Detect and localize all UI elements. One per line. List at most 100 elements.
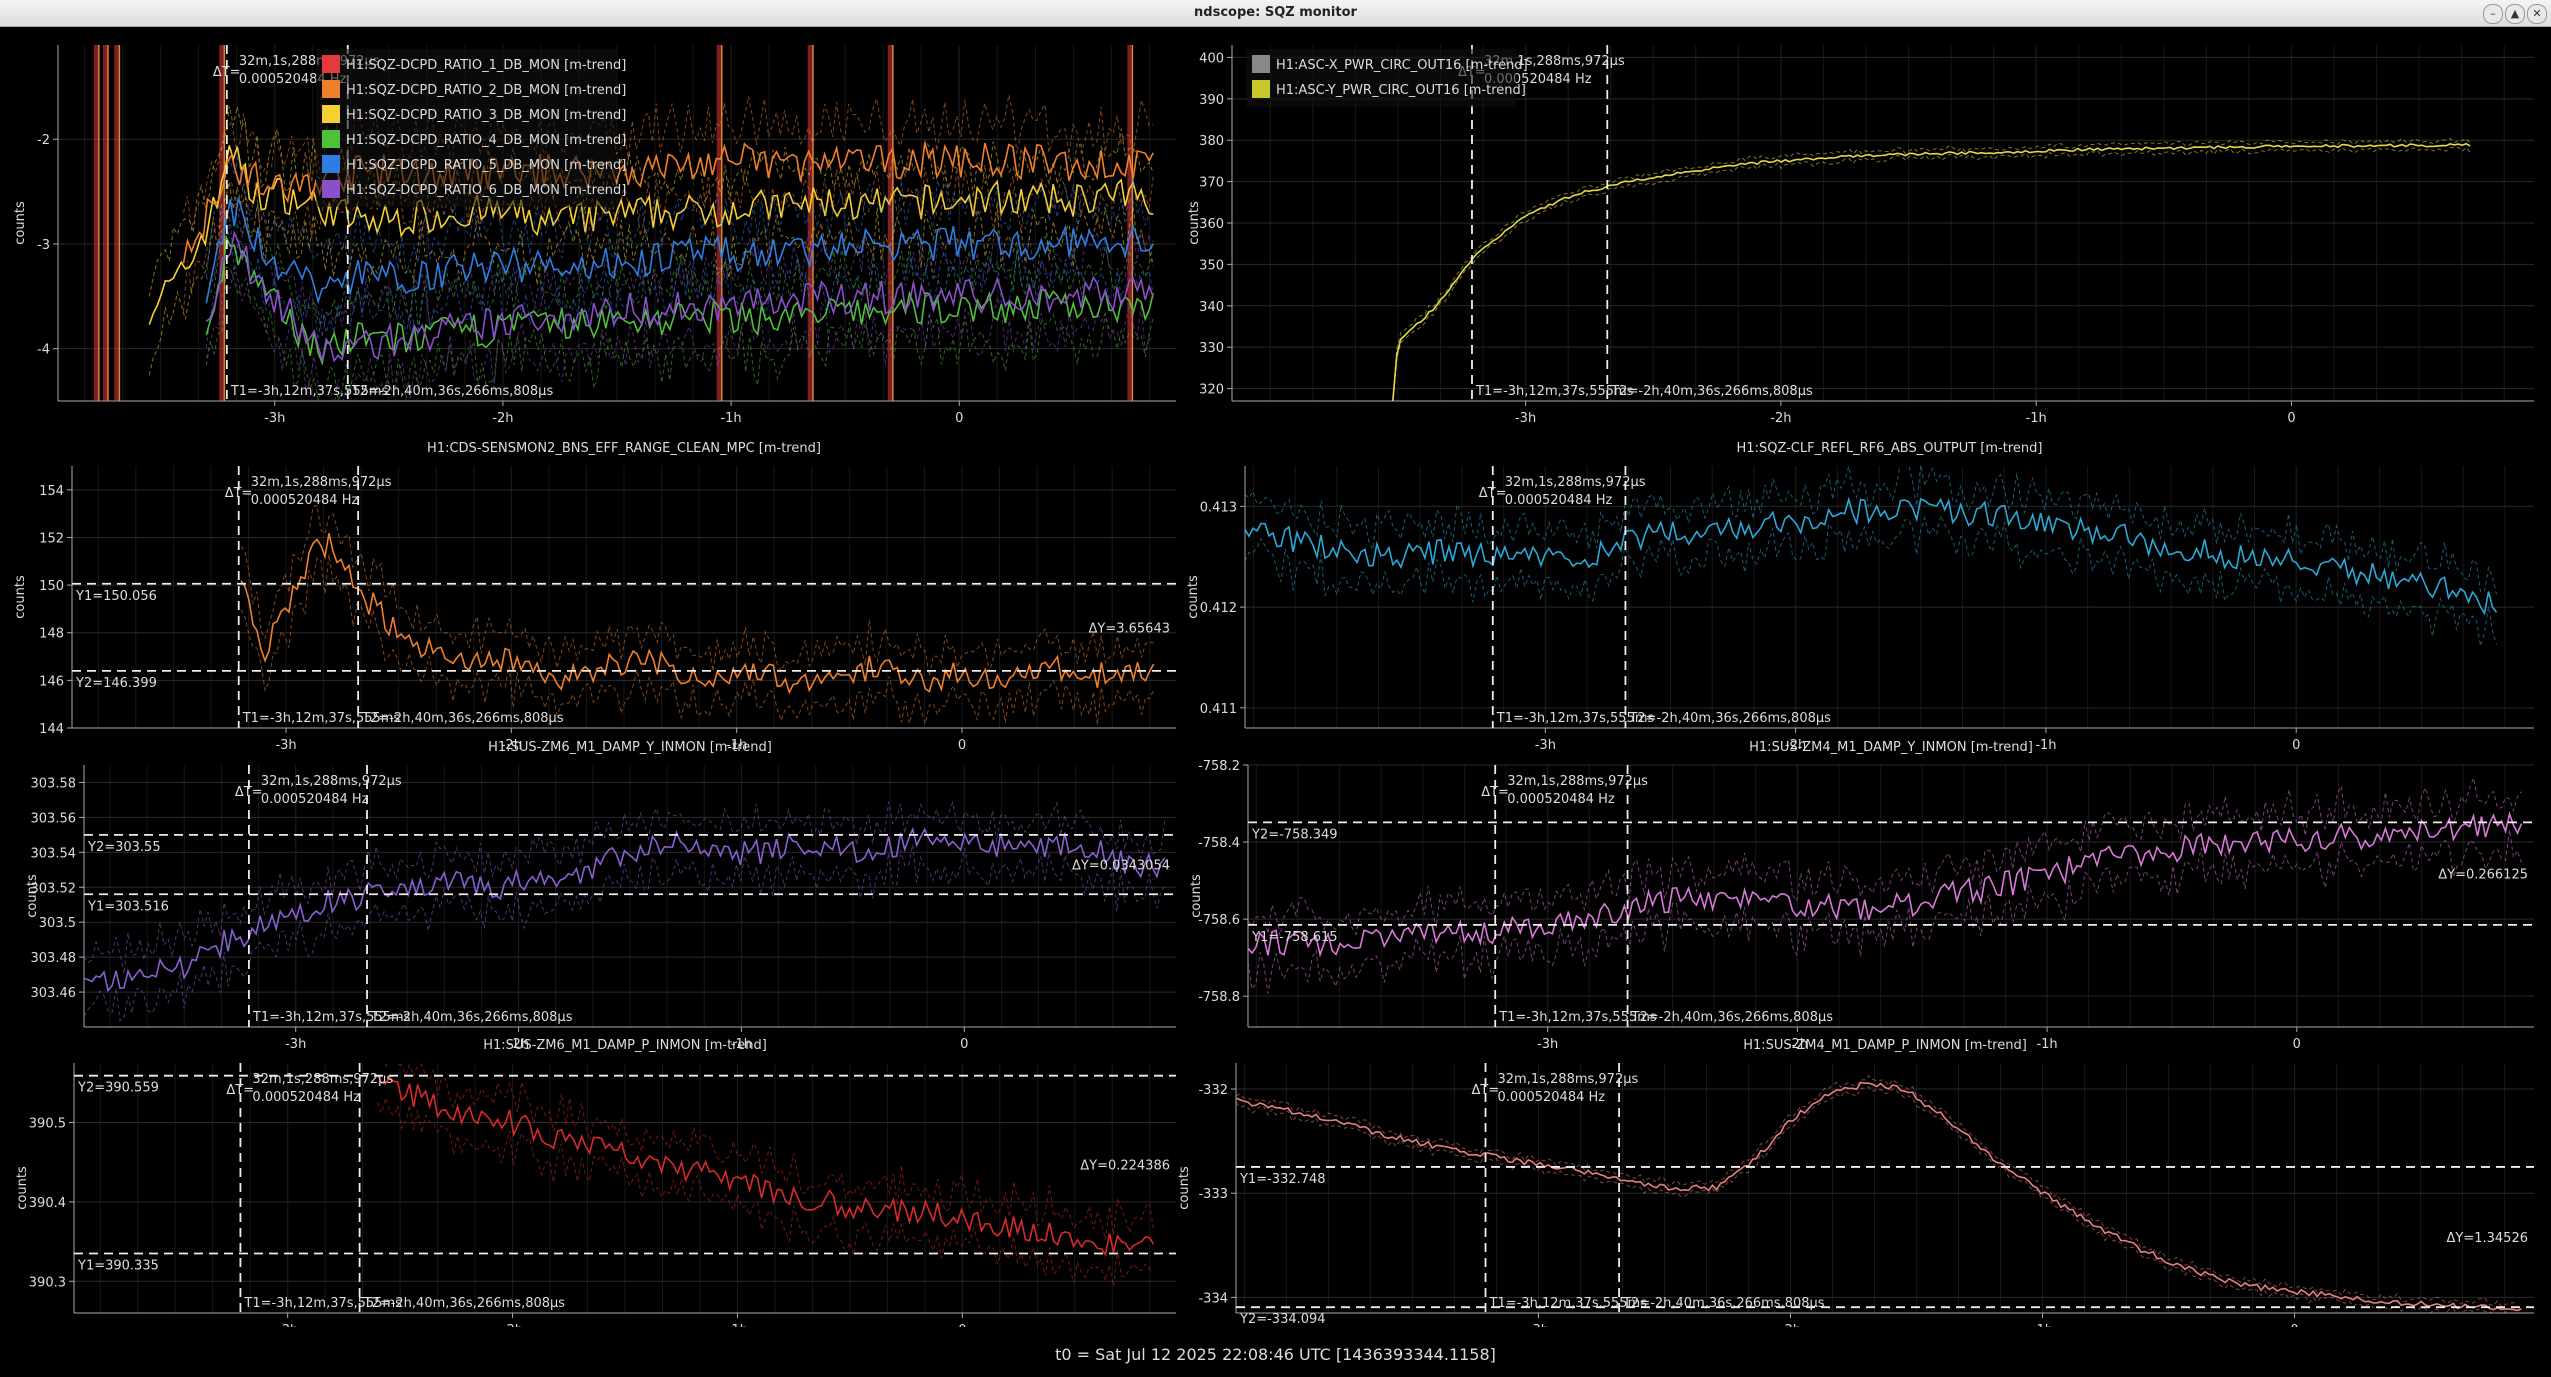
plot-p8: H1:SUS-ZM4_M1_DAMP_P_INMON [m-trend] coun… <box>1177 1038 2534 1327</box>
legend-swatch <box>322 55 340 73</box>
y-tick-label: -2 <box>37 133 50 148</box>
y-tick-label: -334 <box>1198 1291 1228 1306</box>
series-mean-1 <box>1248 811 2523 958</box>
cursor-dt-label: 32m,1s,288ms,972μs <box>1505 475 1646 490</box>
window-title: ndscope: SQZ monitor <box>1194 5 1357 20</box>
y-tick-label: -333 <box>1198 1187 1228 1202</box>
series-mean-1 <box>84 826 1166 993</box>
x-tick-label: -3h <box>1528 1323 1549 1327</box>
cursor-t2-label: T2=-2h,40m,36s,266ms,808μs <box>1628 711 1831 726</box>
cursor-t2-label: T2=-2h,40m,36s,266ms,808μs <box>1610 384 1813 399</box>
cursor-dt-prefix: ΔT= <box>1472 1083 1500 1098</box>
plot-p2: counts-3h -2h -1h 0320330340350360370380390… <box>1187 45 2534 426</box>
x-tick-label: -2h <box>1780 1323 1801 1327</box>
x-tick-label: -2h <box>492 411 513 426</box>
plot-content <box>93 45 1154 401</box>
close-icon[interactable]: ✕ <box>2527 4 2547 24</box>
y-axis-label: counts <box>15 1166 30 1210</box>
cursor-freq-label: 0.000520484 Hz <box>1498 1090 1606 1105</box>
y-tick-label: 303.52 <box>31 881 77 896</box>
cursor-dt-prefix: ΔT= <box>213 65 241 80</box>
series-max-1 <box>1392 137 2471 399</box>
series-max-1 <box>1248 776 2522 936</box>
maximize-icon[interactable]: ▲ <box>2505 4 2525 24</box>
cursor-freq-label: 0.000520484 Hz <box>252 1090 360 1105</box>
legend-swatch <box>322 105 340 123</box>
cursor-freq-label: 0.000520484 Hz <box>251 493 359 508</box>
legend-label: H1:SQZ-DCPD_RATIO_5_DB_MON [m-trend] <box>346 158 626 173</box>
y-tick-label: 150 <box>39 579 64 594</box>
series-min-1 <box>1392 146 2471 401</box>
y-tick-label: 340 <box>1199 300 1224 315</box>
legend-swatch <box>322 80 340 98</box>
plot-title: H1:SUS-ZM6_M1_DAMP_Y_INMON [m-trend] <box>488 740 772 755</box>
y-tick-label: -4 <box>37 343 50 358</box>
series-min-1 <box>240 554 1154 726</box>
cursor-dt-prefix: ΔT= <box>225 486 253 501</box>
plot-p4: H1:SQZ-CLF_REFL_RF6_ABS_OUTPUT [m-trend]… <box>1186 441 2534 753</box>
y-tick-label: 320 <box>1199 383 1224 398</box>
series-max-1 <box>1245 466 2497 595</box>
cursor-t2-label: T2=-2h,40m,36s,266ms,808μs <box>1622 1296 1825 1311</box>
x-tick-label: -1h <box>2036 1037 2057 1052</box>
cursor-dt-label: 32m,1s,288ms,972μs <box>261 774 402 789</box>
legend-swatch <box>1252 80 1270 98</box>
y-tick-label: 154 <box>39 484 64 499</box>
cursor-dy-label: ΔY=3.65643 <box>1089 621 1171 636</box>
x-tick-label: -3h <box>1535 738 1556 753</box>
series-mean-1 <box>1245 496 2498 616</box>
y-tick-label: 303.56 <box>31 811 77 826</box>
x-tick-label: 0 <box>958 1323 966 1327</box>
x-tick-label: 0 <box>955 411 963 426</box>
y-tick-label: -758.6 <box>1198 913 1240 928</box>
y-tick-label: 380 <box>1199 134 1224 149</box>
y-tick-label: -758.2 <box>1198 759 1240 774</box>
y-tick-label: 146 <box>39 674 64 689</box>
plot-p7: H1:SUS-ZM6_M1_DAMP_P_INMON [m-trend] coun… <box>15 1038 1176 1327</box>
y-tick-label: -758.4 <box>1198 836 1240 851</box>
y-tick-label: 303.48 <box>31 951 77 966</box>
x-tick-label: -3h <box>1515 411 1536 426</box>
y-tick-label: 0.413 <box>1200 500 1237 515</box>
plot-p3: H1:CDS-SENSMON2_BNS_EFF_RANGE_CLEAN_MPC … <box>13 441 1176 753</box>
series-max-1 <box>84 800 1166 975</box>
y-tick-label: 144 <box>39 722 64 737</box>
series-min-1 <box>1236 1086 2511 1313</box>
x-tick-label: 0 <box>960 1037 968 1052</box>
plot-content <box>1245 466 2498 647</box>
y-tick-label: 330 <box>1199 341 1224 356</box>
x-tick-label: -2h <box>502 1323 523 1327</box>
cursor-dt-label: 32m,1s,288ms,972μs <box>252 1072 393 1087</box>
series-mean-1 <box>240 533 1155 695</box>
plot-title: H1:SUS-ZM4_M1_DAMP_Y_INMON [m-trend] <box>1749 740 2033 755</box>
x-tick-label: -2h <box>1770 411 1791 426</box>
legend-label: H1:ASC-X_PWR_CIRC_OUT16 [m-trend] <box>1276 58 1528 73</box>
t0-label: t0 = Sat Jul 12 2025 22:08:46 UTC [14363… <box>1055 1345 1496 1364</box>
cursor-dy-label: ΔY=1.34526 <box>2447 1231 2529 1246</box>
cursor-freq-label: 0.000520484 Hz <box>1507 792 1615 807</box>
y-axis-label: counts <box>1177 1166 1192 1210</box>
window-titlebar: ndscope: SQZ monitor – ▲ ✕ <box>0 0 2551 27</box>
plot-grid: counts -3h -2h -1h 0 -4 -3 -2 T1=-3h,12m,37s,555… <box>0 27 2551 1327</box>
minimize-icon[interactable]: – <box>2483 4 2503 24</box>
cursor-dy-label: ΔY=0.0343054 <box>1072 859 1170 874</box>
cursor-y2-label: Y2=-334.094 <box>1239 1312 1326 1327</box>
plot-content <box>1236 1075 2522 1313</box>
cursor-dt-label: 32m,1s,288ms,972μs <box>251 475 392 490</box>
y-tick-label: 152 <box>39 531 64 546</box>
series-max-1 <box>240 504 1154 676</box>
x-tick-label: 0 <box>2292 738 2300 753</box>
plot-p6: H1:SUS-ZM4_M1_DAMP_Y_INMON [m-trend] coun… <box>1189 740 2534 1052</box>
y-tick-label: 400 <box>1199 51 1224 66</box>
y-tick-label: 303.46 <box>31 986 77 1001</box>
legend-label: H1:ASC-Y_PWR_CIRC_OUT16 [m-trend] <box>1276 83 1526 98</box>
cursor-y1-label: Y1=150.056 <box>75 589 157 604</box>
series-mean-1 <box>1392 142 2471 401</box>
x-tick-label: -1h <box>720 411 741 426</box>
y-tick-label: 350 <box>1199 258 1224 273</box>
y-tick-label: 303.58 <box>31 776 77 791</box>
x-tick-label: 0 <box>2287 411 2295 426</box>
x-tick-label: -3h <box>285 1037 306 1052</box>
plots-canvas: counts -3h -2h -1h 0 -4 -3 -2 T1=-3h,12m,37s,555… <box>13 45 2534 1327</box>
series-min-1 <box>84 844 1166 1022</box>
